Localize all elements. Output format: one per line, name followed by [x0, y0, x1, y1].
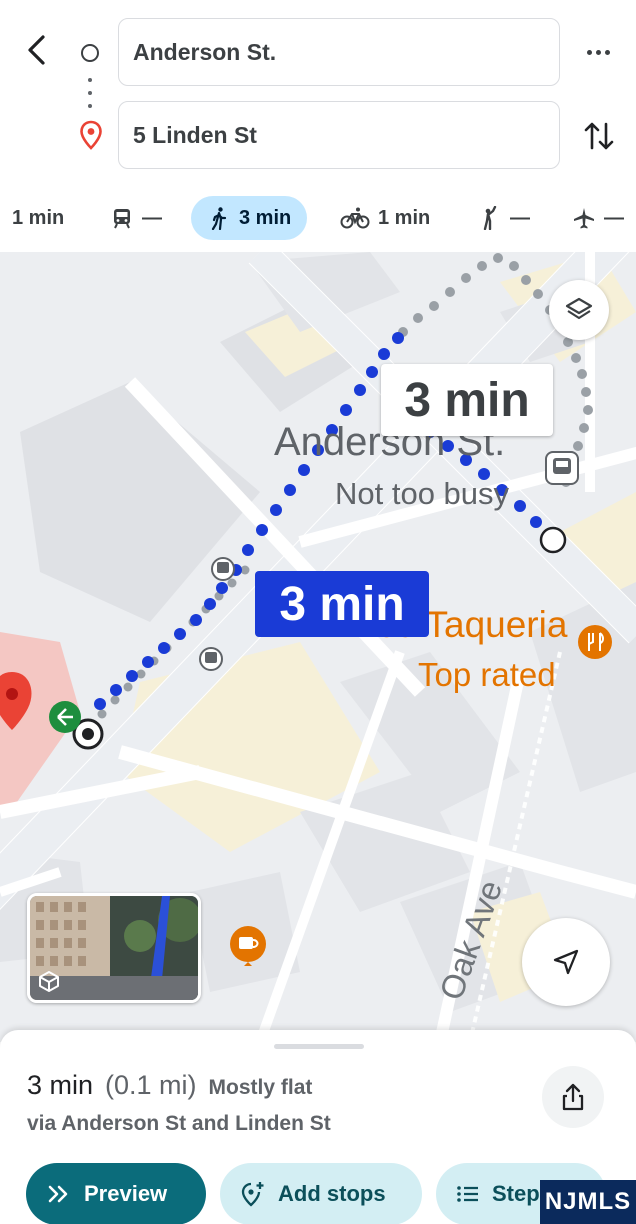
- mode-transit[interactable]: —: [110, 196, 162, 240]
- share-icon: [562, 1083, 584, 1111]
- mode-flight[interactable]: —: [572, 196, 624, 240]
- route-distance: (0.1 mi): [105, 1070, 197, 1100]
- alt-route-time-label[interactable]: 3 min: [381, 364, 553, 436]
- bike-icon: [340, 207, 370, 229]
- add-stops-label: Add stops: [278, 1181, 386, 1206]
- preview-label: Preview: [84, 1181, 168, 1206]
- double-chevron-icon: [48, 1185, 68, 1203]
- mode-rideshare[interactable]: —: [478, 196, 530, 240]
- mode-transit-time: —: [142, 206, 162, 229]
- street-view-thumbnail[interactable]: [27, 893, 201, 1003]
- connector-dots: [88, 78, 92, 108]
- directions-header: Anderson St. 5 Linden St 1 min — 3 min 1…: [0, 0, 636, 252]
- add-stop-pin-icon: [241, 1182, 264, 1207]
- destination-pin-icon: [80, 120, 102, 150]
- recenter-button[interactable]: [522, 918, 610, 1006]
- swap-button[interactable]: [582, 116, 616, 156]
- route-duration: 3 min: [27, 1070, 94, 1100]
- place-status-label: Not too busy: [335, 476, 510, 511]
- mode-drive[interactable]: 1 min: [12, 196, 64, 240]
- route-time-label[interactable]: 3 min: [255, 571, 429, 637]
- back-button[interactable]: [18, 30, 54, 70]
- transit-stop-icon: [211, 557, 235, 581]
- more-options-button[interactable]: [580, 36, 616, 68]
- station-icon: [545, 451, 579, 485]
- transit-stop-icon: [199, 647, 223, 671]
- map-view[interactable]: Anderson St. Not too busy Prince Taqueri…: [0, 252, 636, 1042]
- destination-input[interactable]: 5 Linden St: [118, 101, 560, 169]
- 3d-cube-icon: [39, 971, 59, 992]
- map-layers-button[interactable]: [549, 280, 609, 340]
- rideshare-icon: [483, 206, 497, 230]
- mode-walk-time: 3 min: [239, 206, 292, 229]
- transit-icon: [114, 209, 130, 229]
- mode-bike-time: 1 min: [378, 206, 431, 229]
- origin-input[interactable]: Anderson St.: [118, 18, 560, 86]
- layers-icon: [565, 297, 593, 320]
- navigation-arrow-icon: [553, 949, 579, 975]
- restaurant-icon: [578, 625, 612, 659]
- mode-flight-time: —: [604, 206, 624, 229]
- mode-rideshare-time: —: [510, 206, 530, 229]
- airplane-icon: [574, 208, 594, 229]
- route-end-marker: [539, 526, 567, 554]
- add-stops-button[interactable]: Add stops: [220, 1163, 422, 1224]
- mode-walk[interactable]: 3 min: [191, 196, 308, 240]
- list-icon: [457, 1186, 478, 1202]
- sheet-drag-handle[interactable]: [274, 1044, 364, 1049]
- share-button[interactable]: [542, 1066, 604, 1128]
- route-elevation: Mostly flat: [208, 1076, 313, 1099]
- restaurant-badge-label: Top rated: [418, 656, 556, 693]
- route-via: via Anderson St and Linden St: [27, 1112, 331, 1135]
- preview-button[interactable]: Preview: [26, 1163, 206, 1224]
- more-options-icon: [586, 49, 592, 55]
- route-summary: 3 min (0.1 mi) Mostly flat: [27, 1070, 312, 1101]
- back-arrow-icon: [28, 35, 45, 65]
- travel-mode-bar: 1 min — 3 min 1 min — —: [0, 190, 636, 246]
- origin-circle-icon: [81, 44, 99, 62]
- mode-drive-time: 1 min: [12, 206, 65, 229]
- mode-bike[interactable]: 1 min: [340, 196, 430, 240]
- walk-icon: [211, 207, 227, 230]
- watermark: NJMLS: [540, 1180, 636, 1224]
